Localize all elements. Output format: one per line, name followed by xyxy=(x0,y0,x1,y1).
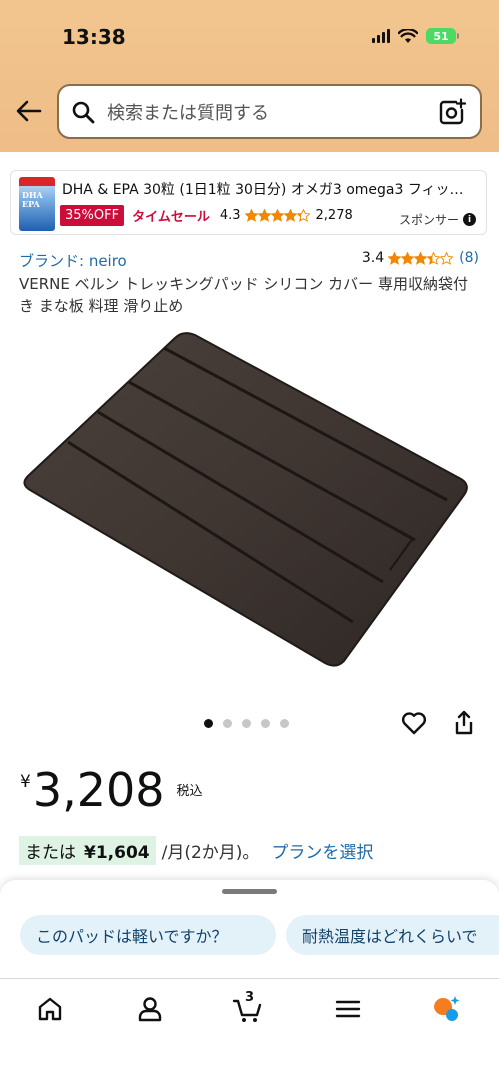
price: ¥ 3,208 税込 xyxy=(20,764,203,816)
star-icon xyxy=(257,209,271,222)
tab-account[interactable] xyxy=(134,993,166,1025)
ad-meta: 35%OFF タイムセール 4.3 2,278 xyxy=(60,205,353,226)
header: 13:38 51 検索または質問する xyxy=(0,0,499,152)
home-icon xyxy=(38,997,62,1021)
search-icon xyxy=(72,101,95,123)
discount-badge: 35%OFF xyxy=(60,205,125,226)
star-icon xyxy=(283,209,297,222)
heart-icon[interactable] xyxy=(401,710,427,736)
carousel-dot[interactable] xyxy=(242,719,251,728)
tab-home[interactable] xyxy=(34,993,66,1025)
carousel-dot[interactable] xyxy=(204,719,213,728)
price-amount: 3,208 xyxy=(32,763,165,817)
rating-value: 3.4 xyxy=(361,250,385,266)
installment-amount: ¥1,604 xyxy=(84,843,150,863)
ad-thumb-text: DHA EPA xyxy=(22,190,43,209)
info-icon[interactable]: i xyxy=(463,213,476,226)
price-currency: ¥ xyxy=(20,772,31,792)
image-carousel-dots[interactable] xyxy=(204,719,289,728)
star-icon xyxy=(388,251,402,265)
star-icon xyxy=(440,251,454,265)
search-bar[interactable]: 検索または質問する xyxy=(57,84,482,139)
battery-icon: 51 xyxy=(426,28,459,44)
ad-rating-value: 4.3 xyxy=(219,208,241,223)
carousel-dot[interactable] xyxy=(280,719,289,728)
installment-period: /月(2か月)。 xyxy=(161,843,260,863)
star-icon xyxy=(244,209,258,222)
star-icon xyxy=(296,209,310,222)
tab-menu[interactable] xyxy=(332,993,364,1025)
person-icon xyxy=(138,997,162,1022)
product-rating[interactable]: 3.4 (8) xyxy=(362,250,479,266)
star-icon xyxy=(414,251,428,265)
star-rating xyxy=(388,251,454,265)
search-input[interactable]: 検索または質問する xyxy=(107,99,438,125)
product-title: VERNE ベルン トレッキングパッド シリコン カバー 専用収納袋付き まな板… xyxy=(19,275,468,315)
installment-offer: または ¥1,604 /月(2か月)。 プランを選択 xyxy=(19,836,373,865)
rufus-assistant-icon xyxy=(434,996,460,1021)
cart-count-badge: 3 xyxy=(245,990,255,1005)
suggestion-sheet: このパッドは軽いですか？ 耐熱温度はどれくらいで xyxy=(0,880,499,980)
camera-lens-icon[interactable] xyxy=(438,97,466,126)
status-time: 13:38 xyxy=(62,25,126,49)
sheet-handle[interactable] xyxy=(222,889,277,894)
share-icon[interactable] xyxy=(452,710,476,736)
carousel-dot[interactable] xyxy=(223,719,232,728)
bottom-tab-bar: 3 xyxy=(0,978,499,1080)
ad-star-rating xyxy=(244,209,310,222)
suggestion-chip[interactable]: 耐熱温度はどれくらいで xyxy=(286,915,499,955)
wifi-icon xyxy=(398,28,418,43)
back-arrow-icon[interactable] xyxy=(14,96,44,126)
brand-link[interactable]: ブランド: neiro xyxy=(19,250,127,271)
deal-label: タイムセール xyxy=(132,210,210,225)
product-image[interactable] xyxy=(20,330,480,680)
status-icons: 51 xyxy=(372,28,459,44)
installment-highlight: または ¥1,604 xyxy=(19,836,156,865)
tab-cart[interactable]: 3 xyxy=(232,990,264,1025)
tab-rufus[interactable] xyxy=(430,993,462,1025)
installment-prefix: または xyxy=(25,843,76,863)
suggestion-chip[interactable]: このパッドは軽いですか？ xyxy=(20,915,276,955)
ad-title[interactable]: DHA & EPA 30粒 (1日1粒 30日分) オメガ3 omega3 フィ… xyxy=(62,179,480,199)
signal-icon xyxy=(372,29,390,43)
sponsor-text: スポンサー xyxy=(398,213,459,227)
tax-label: 税込 xyxy=(176,784,203,799)
battery-level: 51 xyxy=(426,28,456,44)
select-plan-link[interactable]: プランを選択 xyxy=(271,838,373,863)
menu-icon xyxy=(335,1000,361,1018)
sponsor-label[interactable]: スポンサー i xyxy=(399,211,476,228)
ad-product-thumbnail[interactable]: DHA EPA xyxy=(19,177,55,231)
star-icon xyxy=(427,251,441,265)
star-icon xyxy=(270,209,284,222)
star-icon xyxy=(401,251,415,265)
review-count[interactable]: (8) xyxy=(459,250,479,266)
ad-review-count: 2,278 xyxy=(315,208,353,223)
sponsored-ad[interactable]: DHA EPA DHA & EPA 30粒 (1日1粒 30日分) オメガ3 o… xyxy=(10,170,487,235)
carousel-dot[interactable] xyxy=(261,719,270,728)
